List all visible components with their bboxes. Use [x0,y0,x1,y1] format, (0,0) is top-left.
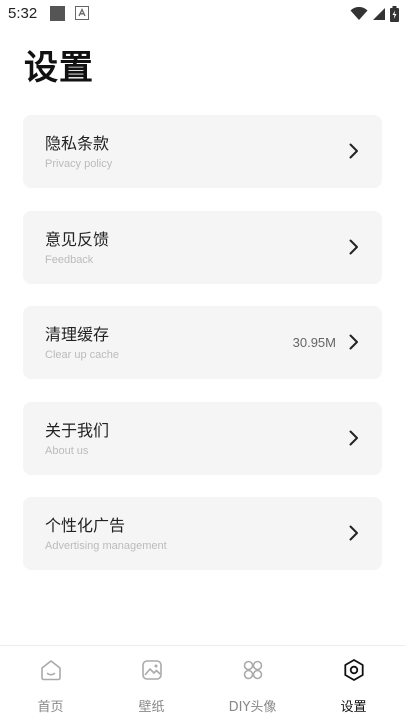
setting-about-us[interactable]: 关于我们 About us [23,402,382,475]
settings-hexagon-icon [343,659,364,681]
nav-label: 首页 [37,700,64,715]
chevron-right-icon [349,143,358,159]
setting-subtitle: Privacy policy [45,158,113,170]
nav-label: DIY头像 [228,700,277,715]
setting-subtitle: Advertising management [45,540,167,552]
a-badge-icon [75,6,89,20]
cell-signal-icon [373,8,385,20]
cache-size-value: 30.95M [292,335,336,350]
setting-title: 关于我们 [45,421,110,440]
chevron-right-icon [349,525,358,541]
chevron-right-icon [349,430,358,446]
setting-title: 意见反馈 [45,230,110,249]
nav-label: 设置 [340,700,367,715]
status-time: 5:32 [8,5,38,22]
setting-feedback[interactable]: 意见反馈 Feedback [23,211,382,284]
nav-label: 壁纸 [138,700,165,715]
setting-subtitle: Feedback [45,254,94,266]
battery-icon [390,6,399,22]
nav-tab-wallpaper[interactable]: 壁纸 [101,646,202,720]
nav-tab-settings[interactable]: 设置 [303,646,404,720]
nav-tab-diy-avatar[interactable]: DIY头像 [202,646,303,720]
setting-clear-cache[interactable]: 清理缓存 Clear up cache 30.95M [23,306,382,379]
status-bar: 5:32 [0,0,405,28]
setting-title: 个性化广告 [45,516,126,535]
chevron-right-icon [349,334,358,350]
notification-square-icon [50,6,65,21]
setting-privacy-policy[interactable]: 隐私条款 Privacy policy [23,115,382,188]
page-title: 设置 [24,48,94,88]
chevron-right-icon [349,239,358,255]
bottom-nav: 首页 壁纸 DIY头像 设置 [0,645,405,720]
wifi-icon [350,7,368,20]
setting-title: 清理缓存 [45,325,110,344]
setting-subtitle: Clear up cache [45,349,119,361]
setting-subtitle: About us [45,445,89,457]
diy-grid-icon [243,660,262,680]
home-icon [40,660,61,681]
nav-tab-home[interactable]: 首页 [0,646,101,720]
setting-advertising-management[interactable]: 个性化广告 Advertising management [23,497,382,570]
wallpaper-icon [141,660,162,680]
setting-title: 隐私条款 [45,134,110,153]
